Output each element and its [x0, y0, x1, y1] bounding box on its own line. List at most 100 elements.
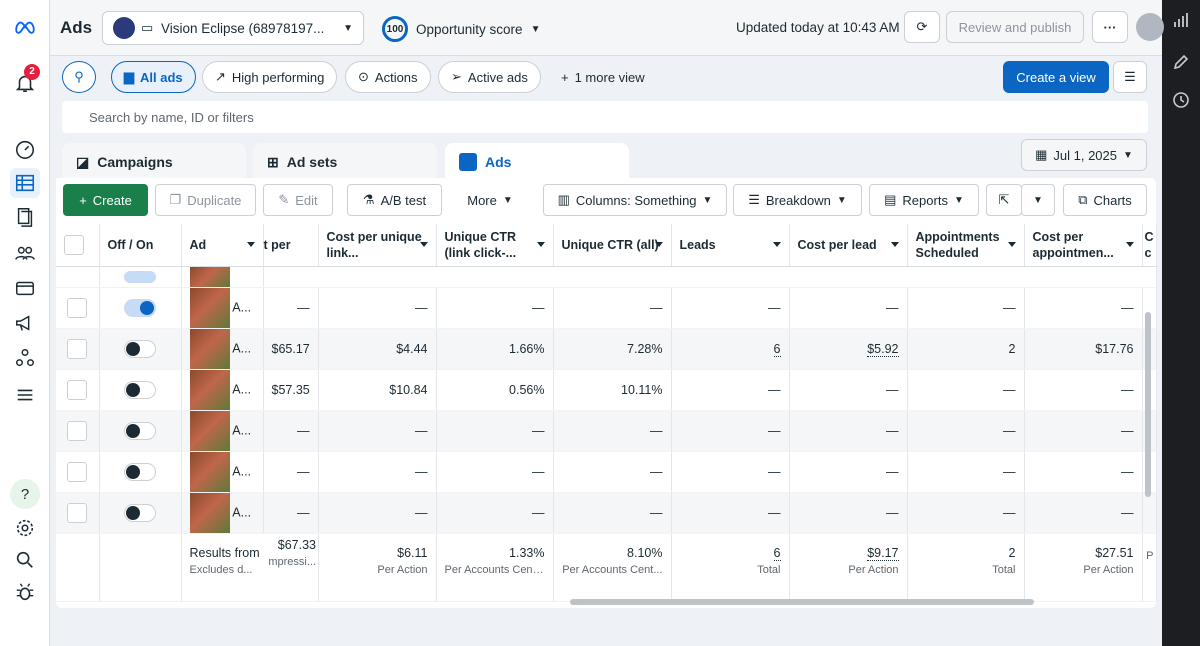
- opportunity-score-label: Opportunity score: [416, 21, 523, 37]
- more-views-button[interactable]: +1 more view: [548, 61, 658, 93]
- top-header: Ads ▭ Vision Eclipse (68978197... ▼ 100 …: [50, 0, 1164, 56]
- review-publish-button[interactable]: Review and publish: [946, 11, 1084, 43]
- view-high-performing[interactable]: ↗ High performing: [202, 61, 338, 93]
- row-checkbox[interactable]: [67, 379, 88, 400]
- table-row[interactable]: A... $65.17 $4.44 1.66% 7.28% 6 $5.92 2 …: [56, 328, 1157, 370]
- ad-name[interactable]: A...: [232, 505, 251, 519]
- opportunity-score[interactable]: 100 Opportunity score ▼: [382, 16, 540, 42]
- export-button[interactable]: ⇱: [986, 184, 1022, 216]
- ad-toggle-off[interactable]: [124, 421, 156, 440]
- create-view-button[interactable]: Create a view: [1003, 61, 1109, 93]
- toggle-on-partial[interactable]: [124, 271, 156, 284]
- report-bug-icon[interactable]: [10, 577, 40, 607]
- ad-toggle-off[interactable]: [124, 462, 156, 481]
- summary-value[interactable]: 6: [773, 545, 781, 561]
- help-icon[interactable]: ?: [10, 479, 40, 509]
- col-off-on[interactable]: Off / On: [99, 224, 182, 267]
- ad-toggle-off[interactable]: [124, 380, 156, 399]
- more-button[interactable]: More ▼: [450, 184, 530, 216]
- columns-button[interactable]: ▥ Columns: Something ▼: [543, 184, 727, 216]
- table-row-partial[interactable]: [56, 266, 1157, 288]
- tab-campaigns[interactable]: ◪ Campaigns: [62, 143, 246, 181]
- edit-button[interactable]: ✎ Edit: [263, 184, 333, 216]
- row-checkbox[interactable]: [67, 297, 88, 318]
- avatar[interactable]: [1136, 13, 1164, 41]
- ad-toggle-off[interactable]: [124, 503, 156, 522]
- row-checkbox[interactable]: [67, 461, 88, 482]
- search-input[interactable]: Search by name, ID or filters: [62, 101, 1148, 133]
- cell-cost-unique-link: $10.84: [318, 369, 437, 411]
- date-range-picker[interactable]: ▦ Jul 1, 2025 ▼: [1021, 139, 1147, 171]
- duplicate-button[interactable]: ❐ Duplicate: [155, 184, 256, 216]
- vertical-scrollbar[interactable]: [1145, 312, 1151, 497]
- ad-toggle-on[interactable]: [124, 298, 156, 317]
- breakdown-button[interactable]: ☰ Breakdown ▼: [733, 184, 862, 216]
- ads-manager-table-icon[interactable]: [10, 168, 40, 198]
- select-all-header[interactable]: [56, 224, 100, 267]
- reports-button[interactable]: ▤ Reports ▼: [869, 184, 979, 216]
- row-checkbox[interactable]: [67, 420, 88, 441]
- table-row[interactable]: A... — — — — — — — —: [56, 492, 1157, 534]
- col-cost-per[interactable]: t per: [263, 224, 319, 267]
- more-label: More: [467, 192, 497, 208]
- notifications-bell-icon[interactable]: 2: [10, 64, 40, 98]
- col-cost-per-appointment[interactable]: Cost per appointmen...: [1024, 224, 1143, 267]
- horizontal-scrollbar[interactable]: [570, 599, 1034, 605]
- col-ad[interactable]: Ad: [181, 224, 264, 267]
- select-all-checkbox[interactable]: [64, 234, 84, 255]
- history-clock-icon[interactable]: [1171, 90, 1191, 110]
- ad-name[interactable]: A...: [232, 382, 251, 396]
- ad-name[interactable]: A...: [232, 423, 251, 437]
- account-selector[interactable]: ▭ Vision Eclipse (68978197... ▼: [102, 11, 364, 45]
- chevron-down-icon: ▼: [702, 194, 713, 206]
- col-unique-ctr-all[interactable]: Unique CTR (all): [553, 224, 672, 267]
- row-checkbox[interactable]: [67, 338, 88, 359]
- sort-icon: [419, 241, 428, 247]
- filter-settings-button[interactable]: ☰: [1113, 61, 1147, 93]
- leads-value[interactable]: 6: [773, 341, 781, 357]
- row-checkbox[interactable]: [67, 502, 88, 523]
- pages-icon[interactable]: [10, 202, 40, 232]
- dashboard-gauge-icon[interactable]: [10, 134, 40, 164]
- search-icon[interactable]: [10, 545, 40, 575]
- ab-test-button[interactable]: ⚗ A/B test: [347, 184, 442, 216]
- edit-pencil-icon[interactable]: [1171, 52, 1191, 72]
- cell-cost-per-lead[interactable]: $5.92: [789, 328, 908, 370]
- tab-ad-sets[interactable]: ⊞ Ad sets: [253, 143, 437, 181]
- cell-leads[interactable]: 6: [671, 328, 790, 370]
- ad-name[interactable]: A...: [232, 341, 251, 355]
- settings-gear-icon[interactable]: [10, 513, 40, 543]
- charts-button[interactable]: ⧉ Charts: [1063, 184, 1147, 216]
- view-active-ads[interactable]: ➢ Active ads: [438, 61, 541, 93]
- audiences-icon[interactable]: [10, 238, 40, 268]
- ad-toggle-off[interactable]: [124, 339, 156, 358]
- export-menu-button[interactable]: ▼: [1021, 184, 1055, 216]
- col-cost-unique-link[interactable]: Cost per unique link...: [318, 224, 437, 267]
- col-cost-per-lead[interactable]: Cost per lead: [789, 224, 908, 267]
- billing-card-icon[interactable]: [10, 273, 40, 303]
- col-leads[interactable]: Leads: [671, 224, 790, 267]
- ad-name[interactable]: A...: [232, 464, 251, 478]
- search-toggle-button[interactable]: ⚲: [62, 61, 96, 93]
- table-row[interactable]: A... $57.35 $10.84 0.56% 10.11% — — — —: [56, 369, 1157, 411]
- create-button[interactable]: + Create: [63, 184, 148, 216]
- refresh-button[interactable]: ⟳: [904, 11, 940, 43]
- table-row[interactable]: A... — — — — — — — —: [56, 451, 1157, 493]
- summary-value[interactable]: $9.17: [867, 545, 899, 561]
- col-unique-ctr-link[interactable]: Unique CTR (link click-...: [436, 224, 554, 267]
- col-truncated[interactable]: C c: [1142, 224, 1157, 267]
- ad-name[interactable]: A...: [232, 300, 251, 314]
- campaign-megaphone-icon[interactable]: [10, 308, 40, 338]
- cost-per-lead-value[interactable]: $5.92: [867, 341, 899, 357]
- col-appointments[interactable]: Appointments Scheduled: [907, 224, 1025, 267]
- more-options-button[interactable]: ···: [1092, 11, 1128, 43]
- table-row[interactable]: A... — — — — — — — —: [56, 410, 1157, 452]
- view-all-ads[interactable]: ▆ All ads: [111, 61, 196, 93]
- insights-bars-icon[interactable]: [1171, 10, 1191, 30]
- view-actions[interactable]: ⊙ Actions: [345, 61, 431, 93]
- all-tools-menu-icon[interactable]: [10, 380, 40, 410]
- meta-logo-icon[interactable]: [10, 12, 40, 42]
- table-row[interactable]: A... — — — — — — — —: [56, 287, 1157, 329]
- business-network-icon[interactable]: [10, 343, 40, 373]
- tab-ads[interactable]: Ads: [445, 143, 629, 181]
